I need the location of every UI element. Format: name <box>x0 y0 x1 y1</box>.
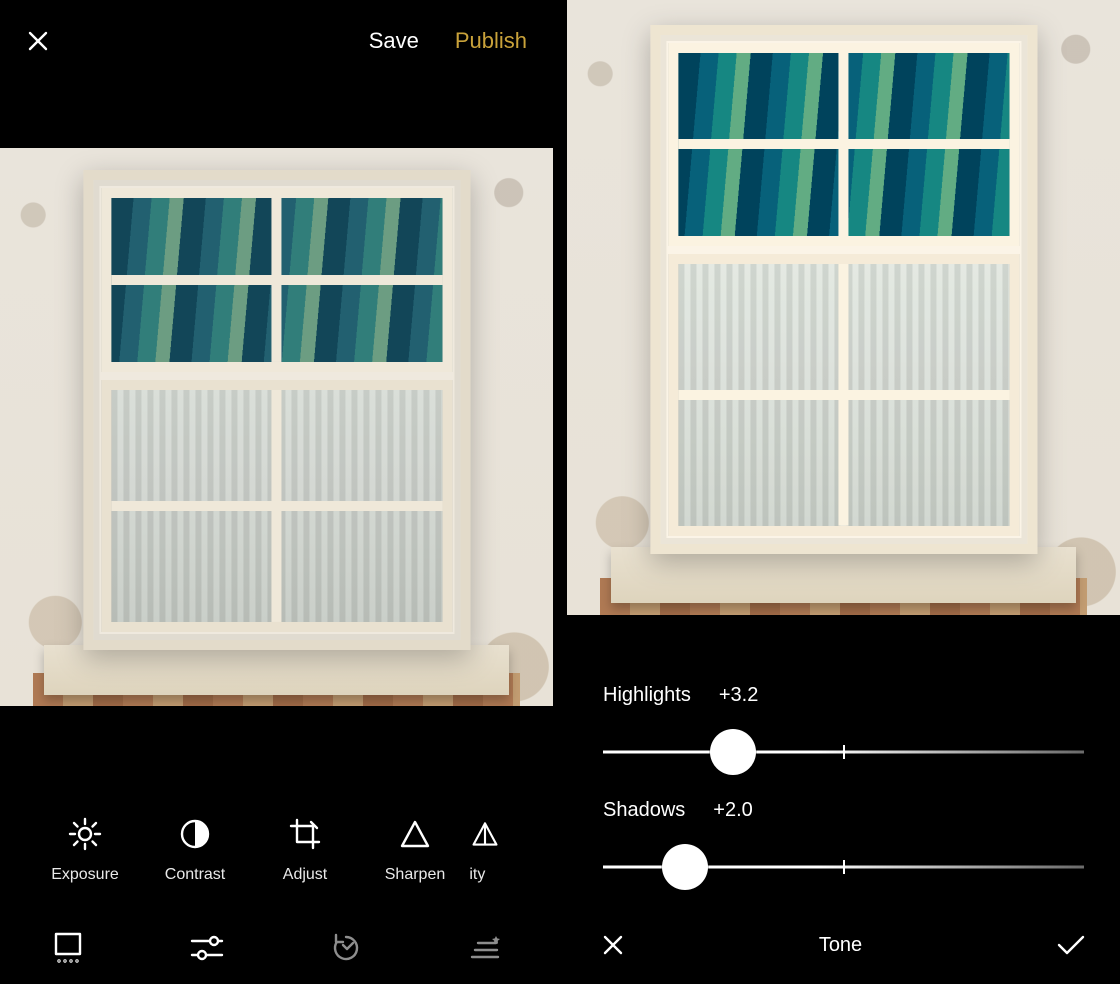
tool-row[interactable]: Exposure Contrast <box>0 800 553 900</box>
tool-label: Contrast <box>165 866 225 884</box>
top-bar: Save Publish <box>0 0 553 82</box>
clarity-icon <box>470 816 500 852</box>
window-frame <box>650 25 1037 554</box>
shadows-block: Shadows +2.0 <box>603 799 1084 890</box>
tool-sharpen[interactable]: Sharpen <box>360 816 470 884</box>
slider-center-tick <box>843 860 845 874</box>
shadows-header: Shadows +2.0 <box>603 799 1084 822</box>
confirm-icon[interactable] <box>1056 933 1086 957</box>
tab-sliders[interactable] <box>187 928 227 968</box>
panel-title: Tone <box>819 934 862 957</box>
highlights-header: Highlights +3.2 <box>603 684 1084 707</box>
contrast-icon <box>177 816 213 852</box>
highlights-label: Highlights <box>603 684 691 707</box>
slider-center-tick <box>843 745 845 759</box>
editor-panel-tone: Highlights +3.2 Shadows +2.0 <box>567 0 1120 984</box>
highlights-thumb[interactable] <box>710 729 756 775</box>
tone-adjustments: Highlights +3.2 Shadows +2.0 <box>567 660 1120 906</box>
mullions <box>111 198 442 362</box>
window-sill <box>44 645 509 695</box>
highlights-value: +3.2 <box>719 684 758 707</box>
image-preview[interactable] <box>0 148 553 706</box>
tone-bottombar: Tone <box>567 906 1120 984</box>
top-actions: Save Publish <box>369 28 527 54</box>
crop-icon <box>287 816 323 852</box>
highlights-block: Highlights +3.2 <box>603 684 1084 775</box>
upper-sash <box>668 43 1019 247</box>
editor-panel-tools: Save Publish <box>0 0 553 984</box>
lower-sash <box>668 254 1019 535</box>
tool-exposure[interactable]: Exposure <box>30 816 140 884</box>
sharpen-icon <box>397 816 433 852</box>
tool-label: Clarity <box>470 866 485 884</box>
shadows-label: Shadows <box>603 799 685 822</box>
tool-adjust[interactable]: Adjust <box>250 816 360 884</box>
mullions <box>678 264 1009 525</box>
tool-contrast[interactable]: Contrast <box>140 816 250 884</box>
tool-label: Adjust <box>283 866 327 884</box>
bottom-tabbar <box>0 912 553 984</box>
shadows-thumb[interactable] <box>662 844 708 890</box>
tab-filters[interactable] <box>48 928 88 968</box>
exposure-icon <box>67 816 103 852</box>
shadows-value: +2.0 <box>713 799 752 822</box>
highlights-slider[interactable] <box>603 729 1084 775</box>
window-sill <box>611 547 1076 602</box>
image-preview[interactable] <box>567 0 1120 615</box>
tool-label: Exposure <box>51 866 119 884</box>
tool-clarity[interactable]: Clarity <box>470 816 530 884</box>
tab-presets[interactable] <box>465 928 505 968</box>
window-frame <box>83 170 470 650</box>
mullions <box>678 53 1009 237</box>
close-icon[interactable] <box>26 29 50 53</box>
cancel-icon[interactable] <box>601 933 625 957</box>
save-button[interactable]: Save <box>369 28 419 54</box>
publish-button[interactable]: Publish <box>455 28 527 54</box>
lower-sash <box>101 380 452 632</box>
tool-label: Sharpen <box>385 866 446 884</box>
mullions <box>111 390 442 622</box>
upper-sash <box>101 188 452 372</box>
tab-revert[interactable] <box>326 928 366 968</box>
shadows-slider[interactable] <box>603 844 1084 890</box>
app-stage: Save Publish <box>0 0 1120 984</box>
